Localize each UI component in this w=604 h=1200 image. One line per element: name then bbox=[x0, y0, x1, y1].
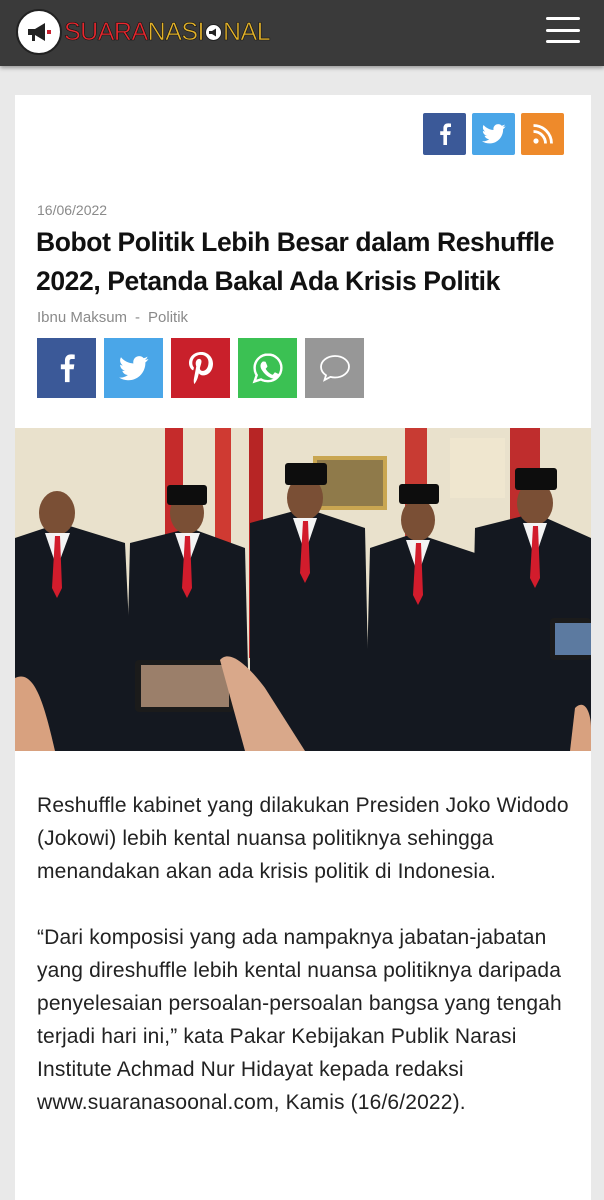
megaphone-logo-icon bbox=[16, 9, 62, 55]
site-logo[interactable]: SUARA NASI NAL bbox=[16, 8, 271, 56]
byline-separator: - bbox=[135, 309, 141, 326]
article-body: Reshuffle kabinet yang dilakukan Preside… bbox=[37, 789, 572, 1152]
twitter-icon bbox=[481, 124, 505, 144]
rss-icon bbox=[532, 124, 553, 144]
sms-icon bbox=[319, 355, 350, 382]
share-sms-button[interactable] bbox=[305, 338, 364, 398]
article-paragraph: Reshuffle kabinet yang dilakukan Preside… bbox=[37, 794, 569, 883]
rss-follow-button[interactable] bbox=[521, 113, 564, 155]
facebook-icon bbox=[60, 354, 75, 383]
follow-bar bbox=[423, 113, 564, 155]
twitter-follow-button[interactable] bbox=[472, 113, 515, 155]
article-card: 16/06/2022 Bobot Politik Lebih Besar dal… bbox=[15, 95, 591, 1200]
article-date: 16/06/2022 bbox=[37, 202, 108, 218]
article-paragraph: “Dari komposisi yang ada nampaknya jabat… bbox=[37, 926, 562, 1114]
share-whatsapp-button[interactable] bbox=[238, 338, 297, 398]
article-photo bbox=[15, 428, 591, 751]
facebook-follow-button[interactable] bbox=[423, 113, 466, 155]
share-facebook-button[interactable] bbox=[37, 338, 96, 398]
photo-illustration bbox=[15, 428, 591, 751]
facebook-icon bbox=[439, 123, 451, 145]
logo-o-megaphone-icon bbox=[205, 23, 222, 41]
pinterest-icon bbox=[188, 352, 213, 384]
author-link[interactable]: Ibnu Maksum bbox=[37, 309, 127, 326]
logo-text-nal: NAL bbox=[223, 17, 271, 46]
whatsapp-icon bbox=[252, 353, 283, 384]
share-twitter-button[interactable] bbox=[104, 338, 163, 398]
byline: Ibnu Maksum - Politik bbox=[37, 309, 188, 326]
site-header: SUARA NASI NAL bbox=[0, 0, 604, 66]
hamburger-icon[interactable] bbox=[546, 17, 580, 43]
logo-wordmark: SUARA NASI NAL bbox=[64, 17, 271, 47]
logo-text-nasi: NASI bbox=[147, 17, 204, 46]
share-bar bbox=[37, 338, 364, 398]
share-pinterest-button[interactable] bbox=[171, 338, 230, 398]
category-link[interactable]: Politik bbox=[148, 309, 188, 326]
logo-text-suara: SUARA bbox=[64, 17, 149, 46]
article-title: Bobot Politik Lebih Besar dalam Reshuffl… bbox=[36, 227, 555, 296]
twitter-icon bbox=[118, 355, 148, 380]
